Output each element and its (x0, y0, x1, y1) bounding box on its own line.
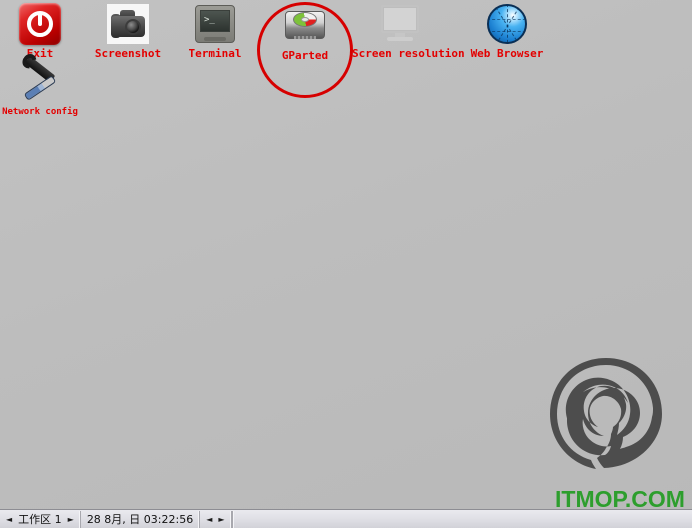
monitor-icon (379, 5, 421, 43)
globe-parallel (489, 19, 525, 20)
hard-disk-icon (284, 9, 326, 43)
terminal-monitor-icon (195, 5, 235, 43)
desktop-icon-label-gparted: GParted (281, 49, 329, 62)
desktop-icon-label-web-browser: Web Browser (470, 47, 544, 60)
taskbar-workspace-switcher[interactable]: ◄ 工作区 1 ► (0, 510, 81, 528)
web-browser-icon-art (459, 2, 555, 46)
desktop[interactable]: Exit Screenshot Terminal (0, 0, 692, 528)
screwdriver-icon (23, 75, 57, 101)
globe-icon (487, 4, 527, 44)
camera-icon (107, 4, 149, 44)
terminal-icon-art (167, 2, 263, 46)
hard-disk-connector (294, 36, 316, 39)
workspace-label: 工作区 1 (18, 512, 62, 526)
desktop-icon-label-screen-resolution: Screen resolution (352, 47, 465, 60)
clock-text: 28 8月, 日 03:22:56 (86, 512, 194, 526)
desktop-icon-terminal[interactable]: Terminal (167, 2, 263, 60)
workspace-prev-arrow-icon[interactable]: ◄ (3, 511, 15, 528)
desktop-icon-label-screenshot: Screenshot (94, 47, 162, 60)
desktop-icon-web-browser[interactable]: Web Browser (459, 2, 555, 60)
tray-prev-arrow-icon[interactable]: ◄ (203, 511, 215, 528)
desktop-icon-exit[interactable]: Exit (0, 2, 88, 60)
workspace-next-arrow-icon[interactable]: ► (65, 511, 77, 528)
screenshot-icon-art (80, 2, 176, 46)
desktop-icon-screenshot[interactable]: Screenshot (80, 2, 176, 60)
desktop-icon-label-network-config: Network config (2, 107, 78, 117)
taskbar-clock[interactable]: 28 8月, 日 03:22:56 (81, 510, 201, 528)
hard-disk-hub (301, 17, 309, 22)
tray-next-arrow-icon[interactable]: ► (215, 511, 227, 528)
gparted-icon-art (257, 4, 353, 48)
desktop-icon-screen-resolution[interactable]: Screen resolution (352, 2, 465, 60)
camera-lens (125, 19, 141, 35)
globe-parallel (489, 31, 525, 32)
taskbar-window-list[interactable] (231, 510, 692, 528)
wrench-screwdriver-icon (19, 56, 61, 102)
desktop-icon-gparted[interactable]: GParted (257, 4, 353, 62)
taskbar[interactable]: ◄ 工作区 1 ► 28 8月, 日 03:22:56 ◄ ► (0, 509, 692, 528)
monitor-panel (381, 5, 419, 33)
exit-icon-art (0, 2, 88, 46)
network-config-icon-art (0, 56, 88, 104)
desktop-icon-label-terminal: Terminal (188, 47, 242, 60)
taskbar-tray-pager[interactable]: ◄ ► (200, 510, 232, 528)
terminal-screen (200, 10, 230, 32)
debian-swirl-logo (550, 358, 662, 469)
monitor-foot (387, 37, 413, 41)
desktop-icon-network-config[interactable]: Network config (0, 56, 88, 118)
screen-resolution-icon-art (352, 2, 448, 46)
terminal-base (204, 37, 226, 41)
power-button-icon (19, 3, 61, 45)
desktop-icon-label-exit: Exit (26, 47, 54, 60)
